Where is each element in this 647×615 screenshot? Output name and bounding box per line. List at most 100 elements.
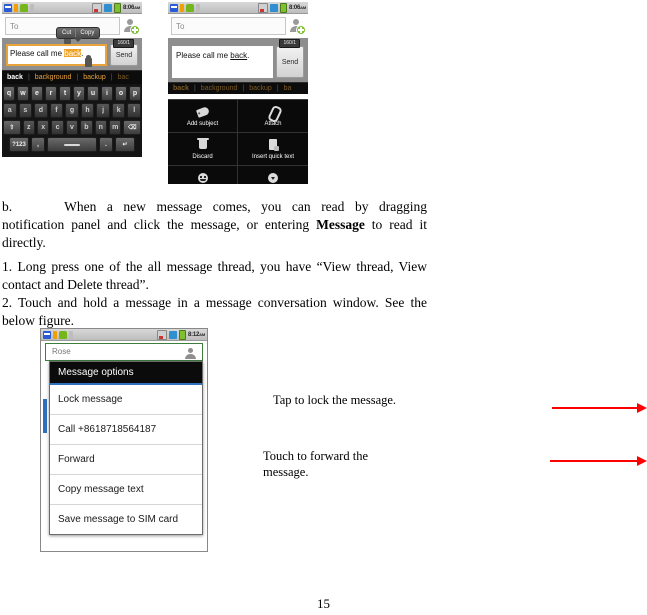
menu-item-insert-smiley[interactable]: Insert smiley bbox=[168, 166, 238, 184]
dialog-item-lock-message[interactable]: Lock message bbox=[50, 385, 202, 415]
message-text-suffix: . bbox=[247, 51, 250, 60]
suggestion-2[interactable]: backup bbox=[244, 85, 277, 92]
key-a[interactable]: a bbox=[2, 103, 17, 118]
key-z[interactable]: z bbox=[22, 120, 35, 135]
menu-item-more[interactable]: More bbox=[238, 166, 308, 184]
copy-button[interactable]: Copy bbox=[75, 29, 98, 37]
sd-card-icon bbox=[156, 329, 167, 340]
key-enter[interactable]: ↵ bbox=[115, 137, 135, 152]
menu-item-attach[interactable]: Attach bbox=[238, 100, 308, 133]
key-shift[interactable]: ⇧ bbox=[2, 120, 21, 135]
cut-button[interactable]: Cut bbox=[58, 29, 75, 37]
suggestion-0[interactable]: back bbox=[168, 85, 194, 92]
status-bar-right-icons: 8:12AM bbox=[156, 329, 205, 340]
key-h[interactable]: h bbox=[80, 103, 95, 118]
key-s[interactable]: s bbox=[18, 103, 33, 118]
key-comma[interactable]: , bbox=[31, 137, 45, 152]
dialog-title: Message options bbox=[50, 362, 202, 385]
key-w[interactable]: w bbox=[17, 86, 29, 101]
menu-item-add-subject[interactable]: Add subject bbox=[168, 100, 238, 133]
key-f[interactable]: f bbox=[49, 103, 64, 118]
trash-icon bbox=[196, 137, 210, 152]
figure-compose-options-menu: 8:06AM To 160/1 Please call me back. Sen… bbox=[168, 2, 308, 184]
suggestion-3[interactable]: ba bbox=[279, 85, 297, 92]
key-p[interactable]: p bbox=[129, 86, 141, 101]
dialog-item-save-to-sim[interactable]: Save message to SIM card bbox=[50, 505, 202, 534]
menu-item-label: Insert quick text bbox=[251, 153, 295, 160]
suggestion-1[interactable]: background bbox=[30, 74, 77, 81]
to-input[interactable]: To bbox=[171, 17, 286, 35]
signal-secondary-icon bbox=[14, 3, 18, 12]
selected-word[interactable]: back bbox=[64, 49, 82, 58]
battery-icon bbox=[178, 329, 186, 340]
status-bar-left-icons bbox=[43, 330, 157, 339]
onscreen-keyboard[interactable]: q w e r t y u i o p a s d f g h j k l ⇧ … bbox=[2, 84, 142, 157]
key-j[interactable]: j bbox=[96, 103, 110, 118]
dialog-item-copy-message-text[interactable]: Copy message text bbox=[50, 475, 202, 505]
menu-item-discard[interactable]: Discard bbox=[168, 133, 238, 166]
key-u[interactable]: u bbox=[87, 86, 99, 101]
message-accent-bar bbox=[43, 399, 47, 433]
suggestion-strip: back | background | backup | ba bbox=[168, 82, 308, 94]
usb-icon bbox=[69, 330, 73, 339]
document-icon bbox=[266, 138, 280, 152]
status-bar-clock: 8:06AM bbox=[288, 4, 306, 11]
menu-item-insert-quick-text[interactable]: Insert quick text bbox=[238, 133, 308, 166]
dialog-item-call-number[interactable]: Call +8618718564187 bbox=[50, 415, 202, 445]
key-period[interactable]: . bbox=[99, 137, 113, 152]
battery-icon bbox=[113, 2, 121, 13]
wifi-icon bbox=[103, 3, 112, 12]
key-g[interactable]: g bbox=[65, 103, 79, 118]
suggestion-0[interactable]: back bbox=[2, 74, 28, 81]
key-m[interactable]: m bbox=[109, 120, 122, 135]
key-space[interactable] bbox=[47, 137, 97, 152]
android-icon bbox=[20, 3, 28, 12]
dialog-item-forward[interactable]: Forward bbox=[50, 445, 202, 475]
callout-arrow-forward bbox=[550, 455, 647, 467]
suggestion-1[interactable]: background bbox=[196, 85, 243, 92]
key-d[interactable]: d bbox=[34, 103, 48, 118]
key-r[interactable]: r bbox=[45, 86, 57, 101]
chevron-down-circle-icon bbox=[266, 171, 280, 185]
key-b[interactable]: b bbox=[80, 120, 93, 135]
key-t[interactable]: t bbox=[59, 86, 71, 101]
status-bar-left-icons bbox=[170, 3, 258, 12]
add-contact-icon[interactable] bbox=[123, 18, 140, 35]
message-options-dialog[interactable]: Message options Lock message Call +86187… bbox=[49, 361, 203, 535]
callout-text-lock: Tap to lock the message. bbox=[273, 393, 397, 407]
tag-icon bbox=[195, 105, 210, 119]
key-k[interactable]: k bbox=[111, 103, 126, 118]
key-i[interactable]: i bbox=[101, 86, 113, 101]
signal-secondary-icon bbox=[53, 330, 57, 339]
compose-options-menu[interactable]: Add subject Attach Discard Insert quick … bbox=[168, 99, 308, 184]
figure-compose-with-selection: 8:06AM To 160/1 Please call me back. Sen… bbox=[2, 2, 142, 184]
suggestion-2[interactable]: backup bbox=[78, 74, 111, 81]
status-bar: 8:06AM bbox=[2, 2, 142, 14]
key-o[interactable]: o bbox=[115, 86, 127, 101]
selection-handle-end[interactable] bbox=[85, 55, 92, 67]
key-symbols[interactable]: ?123 bbox=[9, 137, 29, 152]
key-l[interactable]: l bbox=[127, 103, 142, 118]
key-y[interactable]: y bbox=[73, 86, 85, 101]
paperclip-icon bbox=[266, 104, 283, 123]
key-backspace[interactable]: ⌫ bbox=[123, 120, 142, 135]
status-bar-clock: 8:12AM bbox=[187, 331, 205, 338]
key-c[interactable]: c bbox=[51, 120, 64, 135]
add-contact-icon[interactable] bbox=[289, 18, 306, 35]
key-e[interactable]: e bbox=[31, 86, 43, 101]
battery-icon bbox=[279, 2, 287, 13]
key-v[interactable]: v bbox=[65, 120, 79, 135]
suggestion-3[interactable]: bac bbox=[113, 74, 134, 81]
cut-copy-popup[interactable]: Cut Copy bbox=[56, 27, 101, 42]
step-1: 1. Long press one of the all message thr… bbox=[2, 259, 427, 292]
callout-arrow-lock bbox=[552, 402, 647, 414]
key-q[interactable]: q bbox=[3, 86, 15, 101]
key-n[interactable]: n bbox=[94, 120, 108, 135]
message-input[interactable]: Please call me back. bbox=[172, 46, 273, 78]
key-x[interactable]: x bbox=[36, 120, 50, 135]
send-button[interactable]: Send bbox=[276, 46, 304, 78]
character-counter: 160/1 bbox=[113, 39, 134, 48]
menu-item-label: Discard bbox=[192, 153, 213, 160]
callout-text-forward: Touch to forward the message. bbox=[263, 449, 368, 479]
usb-icon bbox=[196, 3, 200, 12]
